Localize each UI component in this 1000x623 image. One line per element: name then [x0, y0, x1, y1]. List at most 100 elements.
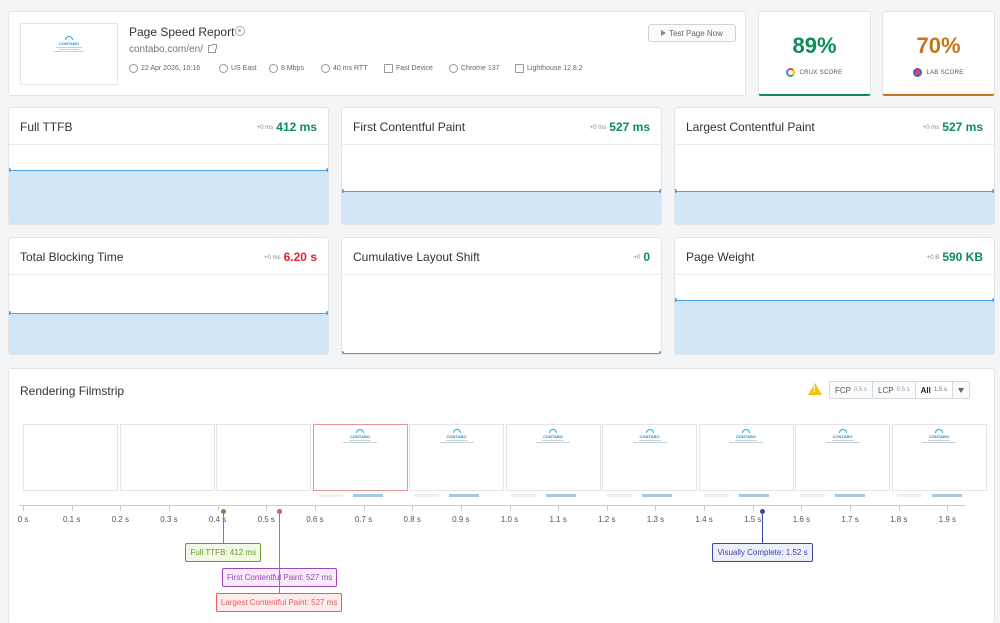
metric-value-wrap: +0 B 590 KB	[927, 250, 983, 264]
frame-page-preview: CONTABO	[439, 429, 474, 443]
range-sub: 1.5 s	[933, 387, 948, 393]
axis-tick	[217, 505, 219, 511]
range-button-all[interactable]: All 1.5 s	[915, 382, 954, 398]
device-icon	[384, 64, 393, 73]
meta-item: US East	[219, 64, 257, 73]
lighthouse-icon	[913, 68, 923, 77]
axis-tick-label: 0.7 s	[354, 515, 373, 524]
metric-name: Total Blocking Time	[20, 250, 124, 264]
metric-value: 412 ms	[276, 120, 317, 134]
filmstrip-frame[interactable]: CONTABO	[409, 424, 504, 491]
frame-change-bar	[510, 494, 536, 497]
metric-point	[659, 351, 661, 354]
metric-name: Full TTFB	[20, 120, 73, 134]
meta-text: Fast Device	[396, 65, 433, 72]
test-page-now-label: Test Page Now	[669, 28, 723, 38]
metric-name: Largest Contentful Paint	[686, 120, 815, 134]
filmstrip-frame[interactable]: CONTABO	[312, 424, 408, 491]
metric-card-largest-contentful-paint[interactable]: Largest Contentful Paint +0 ms 527 ms	[674, 107, 995, 225]
globe-icon	[219, 64, 228, 73]
timeline-marker-dot	[277, 509, 283, 514]
metric-point	[992, 188, 994, 193]
external-link-icon[interactable]	[208, 44, 217, 53]
meta-item: Fast Device	[384, 64, 433, 73]
metric-history-area	[342, 351, 661, 354]
metric-value-wrap: +0 ms 527 ms	[590, 120, 650, 134]
lighthouse-icon	[515, 64, 524, 73]
filmstrip-frame[interactable]	[23, 424, 118, 491]
metric-card-cumulative-layout-shift[interactable]: Cumulative Layout Shift +0 0	[341, 237, 662, 355]
axis-tick	[168, 505, 170, 511]
lab-score-card[interactable]: 70% LAB SCORE	[882, 11, 995, 96]
filmstrip-frame[interactable]: CONTABO	[795, 424, 890, 491]
range-label: LCP	[878, 385, 894, 395]
report-header: CONTABO Page Speed Report contabo.com/en…	[8, 11, 746, 96]
meta-item: Lighthouse 12.8.2	[515, 64, 583, 73]
filmstrip-frame[interactable]: CONTABO	[602, 424, 697, 491]
settings-icon[interactable]	[235, 26, 245, 36]
filmstrip-frame[interactable]: CONTABO	[698, 424, 794, 491]
metric-card-page-weight[interactable]: Page Weight +0 B 590 KB	[674, 237, 995, 355]
frame-change-bar	[931, 494, 962, 497]
metric-value: 0	[643, 250, 650, 264]
metric-history-area	[675, 188, 994, 224]
meta-text: Lighthouse 12.8.2	[527, 65, 583, 72]
frame-page-preview: CONTABO	[343, 429, 377, 443]
crux-icon	[786, 68, 796, 77]
metric-point	[659, 188, 661, 193]
frame-change-bar	[449, 494, 479, 497]
axis-tick-label: 0 s	[17, 515, 29, 524]
axis-tick-label: 1.4 s	[695, 515, 713, 524]
metric-point	[342, 351, 344, 354]
lab-score-value: 70%	[916, 33, 961, 58]
range-button-lcp[interactable]: LCP 0.5 s	[873, 382, 916, 398]
filmstrip-frame[interactable]	[216, 424, 311, 491]
axis-tick	[23, 505, 24, 511]
axis-tick-label: 0.6 s	[306, 515, 324, 524]
meta-text: US East	[231, 65, 257, 72]
meta-item: Chrome 137	[449, 64, 500, 73]
filmstrip-frame[interactable]: CONTABO	[505, 424, 601, 491]
timeline-marker-label[interactable]: Full TTFB: 412 ms	[185, 543, 262, 562]
filmstrip-frame[interactable]: CONTABO	[891, 424, 987, 491]
metric-card-total-blocking-time[interactable]: Total Blocking Time +0 ms 6.20 s	[8, 237, 329, 355]
metric-delta: +0 ms	[256, 125, 274, 131]
metric-value-wrap: +0 0	[633, 250, 650, 264]
page-url-link[interactable]: contabo.com/en/	[129, 44, 203, 55]
axis-tick-label: 0.3 s	[160, 515, 178, 524]
metric-card-full-ttfb[interactable]: Full TTFB +0 ms 412 ms	[8, 107, 329, 225]
metric-history-chart	[675, 274, 994, 354]
warning-icon[interactable]	[808, 383, 822, 395]
axis-tick	[947, 505, 949, 511]
axis-tick	[558, 505, 560, 511]
lab-score-text: LAB SCORE	[926, 69, 964, 76]
range-sub: 0.5 s	[854, 387, 868, 393]
range-button-fcp[interactable]: FCP 0.5 s	[830, 382, 874, 398]
connection-icon	[269, 64, 278, 73]
timeline-marker-label[interactable]: Largest Contentful Paint: 527 ms	[215, 593, 343, 612]
timeline-marker-line	[279, 511, 281, 593]
chrome-icon	[449, 64, 458, 73]
metric-point	[326, 168, 328, 173]
axis-tick-label: 1.7 s	[841, 515, 859, 524]
axis-tick-label: 0.2 s	[111, 515, 129, 524]
axis-tick-label: 1.3 s	[646, 515, 665, 524]
page-screenshot-thumbnail[interactable]: CONTABO	[20, 23, 118, 85]
metric-point	[326, 310, 328, 315]
crux-score-card[interactable]: 89% CRUX SCORE	[758, 11, 871, 96]
axis-tick	[71, 505, 73, 511]
metric-point	[9, 168, 11, 173]
frame-change-bar	[414, 494, 439, 497]
crux-score-value: 89%	[792, 33, 837, 58]
metric-card-first-contentful-paint[interactable]: First Contentful Paint +0 ms 527 ms	[341, 107, 662, 225]
test-page-now-button[interactable]: Test Page Now	[648, 24, 736, 42]
timeline-marker-label[interactable]: Visually Complete: 1.52 s	[712, 543, 813, 562]
frame-change-bar	[607, 494, 632, 497]
range-dropdown-button[interactable]	[953, 382, 970, 398]
metric-value: 527 ms	[942, 120, 983, 134]
filmstrip-frame[interactable]	[119, 424, 215, 491]
axis-tick-label: 1.6 s	[792, 515, 811, 524]
metric-value: 6.20 s	[283, 250, 317, 264]
frame-page-preview: CONTABO	[729, 429, 763, 443]
axis-tick	[655, 505, 657, 511]
